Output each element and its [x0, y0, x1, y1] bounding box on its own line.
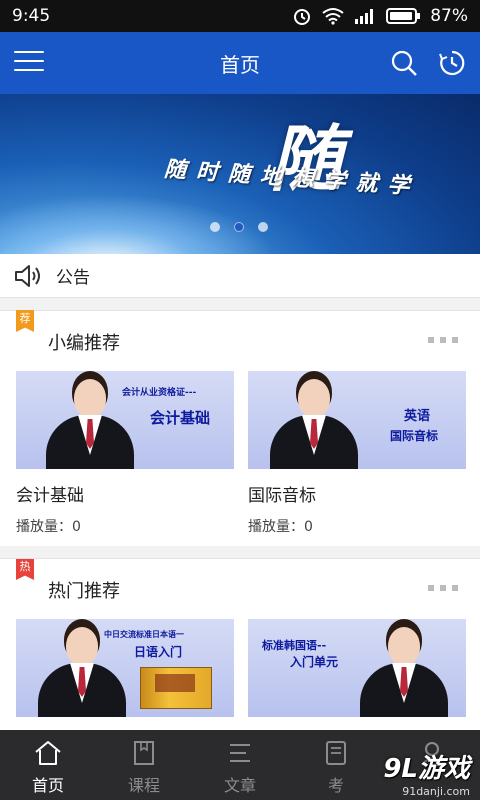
banner-carousel[interactable]: 随 随时随地想学就学 — [0, 94, 480, 254]
menu-button[interactable] — [14, 51, 44, 73]
exam-icon — [326, 741, 346, 765]
status-bar: 9:45 87% — [0, 0, 480, 32]
home-icon — [35, 741, 61, 765]
textbook-image — [140, 667, 212, 709]
course-card-phonetics[interactable]: 英语 国际音标 国际音标 播放量：0 — [248, 371, 466, 536]
nav-item-courses[interactable]: 课程 — [96, 730, 192, 800]
notice-bar[interactable]: 公告 — [0, 254, 480, 298]
carousel-dot-active[interactable] — [234, 222, 244, 232]
nav-label: 课程 — [127, 776, 160, 795]
course-thumbnail: 会计从业资格证--- 会计基础 — [16, 371, 234, 469]
nav-label: 首页 — [31, 776, 64, 795]
course-thumbnail: 中日交流标准日本语一 日语入门 — [16, 619, 234, 717]
nav-item-exam[interactable]: 考 — [288, 730, 384, 800]
carousel-dots — [210, 222, 268, 232]
thumb-line2: 会计基础 — [150, 409, 211, 427]
status-time: 9:45 — [12, 6, 51, 26]
site-watermark: 9L游戏 91danji.com — [383, 748, 470, 798]
more-button[interactable] — [428, 585, 458, 591]
section-title: 小编推荐 — [48, 333, 120, 354]
history-icon[interactable] — [438, 49, 466, 77]
hot-tag: 热 — [16, 559, 34, 580]
hot-picks-section: 热 热门推荐 中日交流标准日本语一 日语入门 标准韩国语-- 入门单元 — [0, 558, 480, 730]
course-thumbnail: 标准韩国语-- 入门单元 — [248, 619, 466, 717]
nav-label: 文章 — [223, 776, 256, 795]
play-count: 播放量：0 — [248, 519, 313, 535]
status-icons: 87% — [292, 6, 468, 26]
carousel-dot[interactable] — [210, 222, 220, 232]
signal-icon — [355, 9, 374, 24]
thumb-line1: 中日交流标准日本语一 — [104, 630, 184, 639]
course-card-korean[interactable]: 标准韩国语-- 入门单元 — [248, 619, 466, 717]
thumb-line1: 会计从业资格证--- — [122, 388, 197, 398]
course-thumbnail: 英语 国际音标 — [248, 371, 466, 469]
course-card-accounting[interactable]: 会计从业资格证--- 会计基础 会计基础 播放量：0 — [16, 371, 234, 536]
speaker-icon — [15, 264, 40, 287]
nav-label: 考 — [327, 776, 344, 795]
thumb-line1: 标准韩国语-- — [262, 639, 327, 652]
battery-percent: 87% — [430, 6, 468, 26]
course-title: 国际音标 — [248, 486, 316, 506]
teacher-figure — [264, 371, 364, 469]
watermark-logo: 9L游戏 — [383, 754, 470, 784]
editor-picks-section: 荐 小编推荐 会计从业资格证--- 会计基础 会计基础 播放量：0 英语 国际音… — [0, 310, 480, 546]
course-card-japanese[interactable]: 中日交流标准日本语一 日语入门 — [16, 619, 234, 717]
wifi-icon — [322, 8, 344, 25]
play-count: 播放量：0 — [16, 519, 81, 535]
notice-label: 公告 — [56, 268, 90, 288]
page-title: 首页 — [220, 52, 260, 77]
thumb-line2: 日语入门 — [134, 645, 183, 659]
search-icon[interactable] — [390, 49, 418, 77]
recommend-tag: 荐 — [16, 310, 34, 332]
thumb-line2: 国际音标 — [390, 429, 439, 443]
more-button[interactable] — [428, 337, 458, 343]
book-icon — [134, 741, 154, 765]
section-title: 热门推荐 — [48, 581, 120, 602]
carousel-dot[interactable] — [258, 222, 268, 232]
alarm-icon — [294, 9, 311, 25]
teacher-figure — [354, 619, 454, 717]
thumb-line2: 入门单元 — [290, 655, 339, 669]
nav-item-home[interactable]: 首页 — [0, 730, 96, 800]
thumb-line1: 英语 — [404, 409, 431, 424]
nav-item-articles[interactable]: 文章 — [192, 730, 288, 800]
course-title: 会计基础 — [16, 486, 84, 506]
app-header: 首页 — [0, 32, 480, 94]
battery-icon — [386, 8, 421, 24]
list-icon — [230, 744, 250, 762]
watermark-url: 91danji.com — [402, 785, 470, 798]
